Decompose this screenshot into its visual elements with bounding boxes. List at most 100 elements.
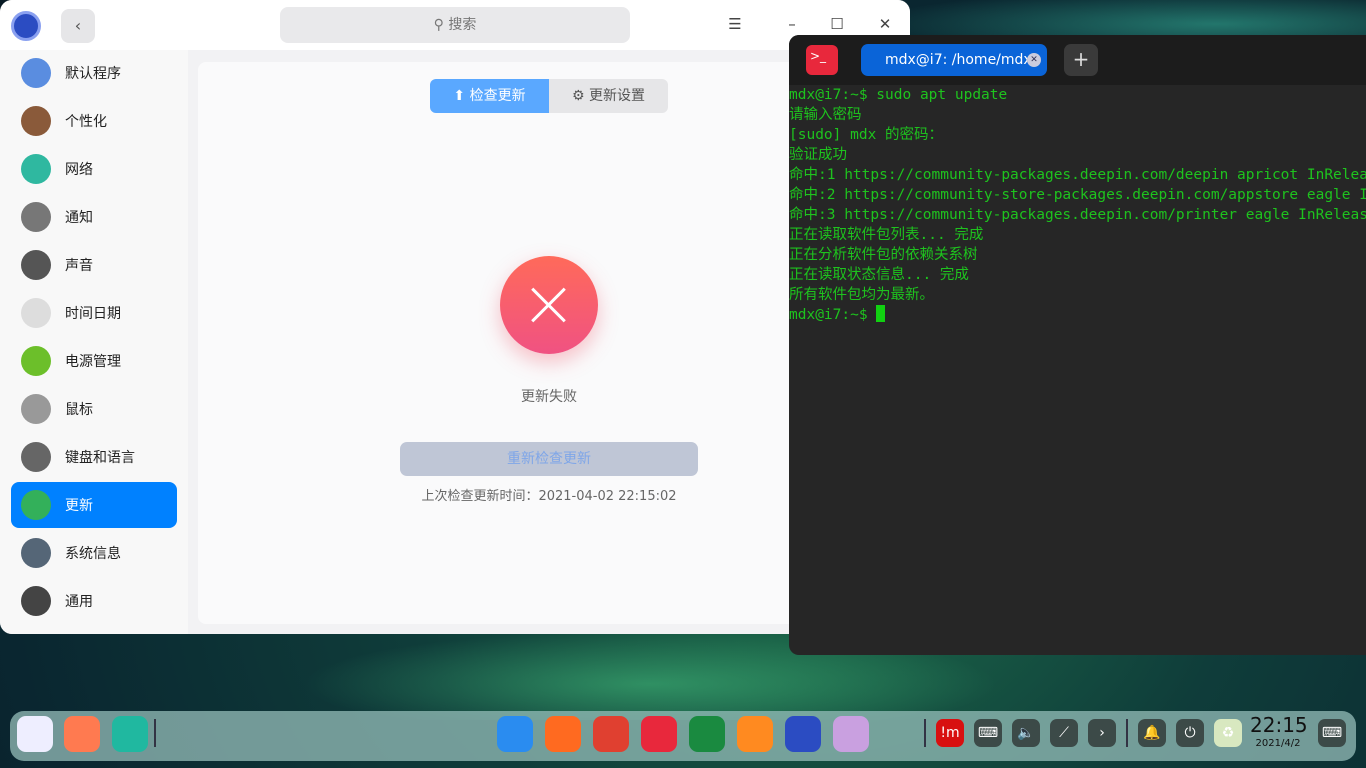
terminal-logo-icon: >_ (806, 45, 838, 75)
menu-button[interactable]: ☰ (723, 12, 747, 36)
sidebar-item[interactable]: 通知 (11, 194, 177, 240)
app-store-icon[interactable] (497, 716, 533, 752)
terminal-tab[interactable]: mdx@i7: /home/mdx ✕ (861, 44, 1047, 76)
sidebar-item[interactable]: 系统信息 (11, 530, 177, 576)
input-method-icon[interactable]: !m (936, 719, 964, 747)
sidebar-item[interactable]: 电源管理 (11, 338, 177, 384)
status-text: 更新失败 (521, 389, 577, 405)
sidebar-item-label: 默认程序 (65, 66, 121, 82)
recheck-button[interactable]: 重新检查更新 (400, 442, 698, 476)
terminal-line: 命中:2 https://community-store-packages.de… (789, 187, 1366, 203)
shop-icon[interactable] (737, 716, 773, 752)
terminal-prompt-line: mdx@i7:~$ (789, 305, 1366, 325)
control-center-icon[interactable] (785, 716, 821, 752)
terminal-line: 正在分析软件包的依赖关系树 (789, 247, 978, 263)
sidebar-item[interactable]: 声音 (11, 242, 177, 288)
system-info-icon (21, 538, 51, 568)
sidebar-item[interactable]: 鼠标 (11, 386, 177, 432)
sidebar-item-label: 个性化 (65, 114, 107, 130)
dock-separator (1126, 719, 1128, 747)
dock-separator (924, 719, 926, 747)
terminal-icon[interactable] (641, 716, 677, 752)
maximize-button[interactable]: ☐ (825, 12, 849, 36)
terminal-line: [sudo] mdx 的密码： (789, 127, 944, 143)
control-center-logo-icon (11, 11, 41, 41)
sidebar-item-label: 系统信息 (65, 546, 121, 562)
chrome-icon[interactable] (593, 716, 629, 752)
terminal-line: 正在读取软件包列表... 完成 (789, 227, 984, 243)
sidebar-item-label: 键盘和语言 (65, 450, 135, 466)
volume-icon[interactable]: 🔈 (1012, 719, 1040, 747)
sidebar-item[interactable]: 默认程序 (11, 50, 177, 96)
trash-icon[interactable]: ♻ (1214, 719, 1242, 747)
last-check-time: 上次检查更新时间：2021-04-02 22:15:02 (421, 489, 677, 504)
sidebar-item[interactable]: 时间日期 (11, 290, 177, 336)
sidebar-item[interactable]: 键盘和语言 (11, 434, 177, 480)
search-icon: ⚲ (433, 17, 449, 33)
sidebar-item-label: 声音 (65, 258, 93, 274)
terminal-line: 命中:3 https://community-packages.deepin.c… (789, 207, 1366, 223)
sidebar-item-label: 更新 (65, 498, 93, 514)
notification-bell-icon[interactable]: 🔔 (1138, 719, 1166, 747)
clock-time[interactable]: 22:15 (1250, 713, 1308, 737)
launcher-icon[interactable] (17, 716, 53, 752)
notification-icon (21, 202, 51, 232)
expand-tray-icon[interactable]: › (1088, 719, 1116, 747)
sidebar-item[interactable]: 网络 (11, 146, 177, 192)
update-panel (198, 62, 798, 624)
titlebar: ‹ ⚲ 搜索 ☰ – ☐ ✕ (0, 0, 910, 50)
terminal-line: 命中:1 https://community-packages.deepin.c… (789, 167, 1366, 183)
battery-icon (21, 346, 51, 376)
sidebar-item-label: 网络 (65, 162, 93, 178)
terminal-line: 正在读取状态信息... 完成 (789, 267, 969, 283)
sidebar-item-label: 通用 (65, 594, 93, 610)
sound-icon (21, 250, 51, 280)
terminal-window: >_ mdx@i7: /home/mdx ✕ + mdx@i7:~$ sudo a… (789, 35, 1366, 655)
sidebar-item-label: 鼠标 (65, 402, 93, 418)
network-icon (21, 154, 51, 184)
upload-icon: ⬆ (453, 88, 470, 104)
onboard-keyboard-icon[interactable]: ⌨ (1318, 719, 1346, 747)
back-button[interactable]: ‹ (61, 9, 95, 43)
sidebar-item-label: 时间日期 (65, 306, 121, 322)
keyboard-icon[interactable]: ⌨ (974, 719, 1002, 747)
multitask-view-icon[interactable] (64, 716, 100, 752)
new-tab-button[interactable]: + (1064, 44, 1098, 76)
terminal-line: 验证成功 (789, 147, 847, 163)
settings-window: ‹ ⚲ 搜索 ☰ – ☐ ✕ 默认程序个性化网络通知声音时间日期电源管理鼠标键盘… (0, 0, 910, 634)
close-button[interactable]: ✕ (873, 12, 897, 36)
terminal-prompt: mdx@i7:~$ (789, 307, 877, 323)
search-input[interactable]: ⚲ 搜索 (280, 7, 630, 43)
camera-icon[interactable] (689, 716, 725, 752)
general-icon (21, 586, 51, 616)
sidebar-item[interactable]: 更新 (11, 482, 177, 528)
cursor (876, 305, 886, 322)
tab-update-settings[interactable]: ⚙ 更新设置 (549, 79, 668, 113)
terminal-output[interactable]: mdx@i7:~$ sudo apt update 请输入密码 [sudo] mdx… (789, 85, 1366, 325)
sidebar-item[interactable]: 通用 (11, 578, 177, 624)
mouse-icon (21, 394, 51, 424)
tab-check-updates[interactable]: ⬆ 检查更新 (430, 79, 549, 113)
clock-date[interactable]: 2021/4/2 (1250, 738, 1306, 749)
sidebar-item[interactable]: 个性化 (11, 98, 177, 144)
terminal-line: 所有软件包均为最新。 (789, 287, 934, 303)
power-icon[interactable]: ⏻ (1176, 719, 1204, 747)
default-apps-icon (21, 58, 51, 88)
terminal-tabbar: >_ mdx@i7: /home/mdx ✕ + (789, 35, 1366, 85)
keyboard-icon (21, 442, 51, 472)
terminal-line: mdx@i7:~$ sudo apt update (789, 87, 1008, 103)
gear-icon: ⚙ (571, 88, 589, 104)
dock-separator (154, 719, 156, 747)
close-tab-icon[interactable]: ✕ (1027, 53, 1041, 67)
personalization-icon (21, 106, 51, 136)
sidebar-item-label: 通知 (65, 210, 93, 226)
clock-icon (21, 298, 51, 328)
minimize-button[interactable]: – (780, 12, 804, 36)
sidebar-item-label: 电源管理 (65, 354, 121, 370)
failure-icon (500, 256, 598, 354)
file-manager-icon[interactable] (112, 716, 148, 752)
network-icon[interactable]: ⟋ (1050, 719, 1078, 747)
screenshot-icon[interactable] (833, 716, 869, 752)
update-icon (21, 490, 51, 520)
firefox-icon[interactable] (545, 716, 581, 752)
